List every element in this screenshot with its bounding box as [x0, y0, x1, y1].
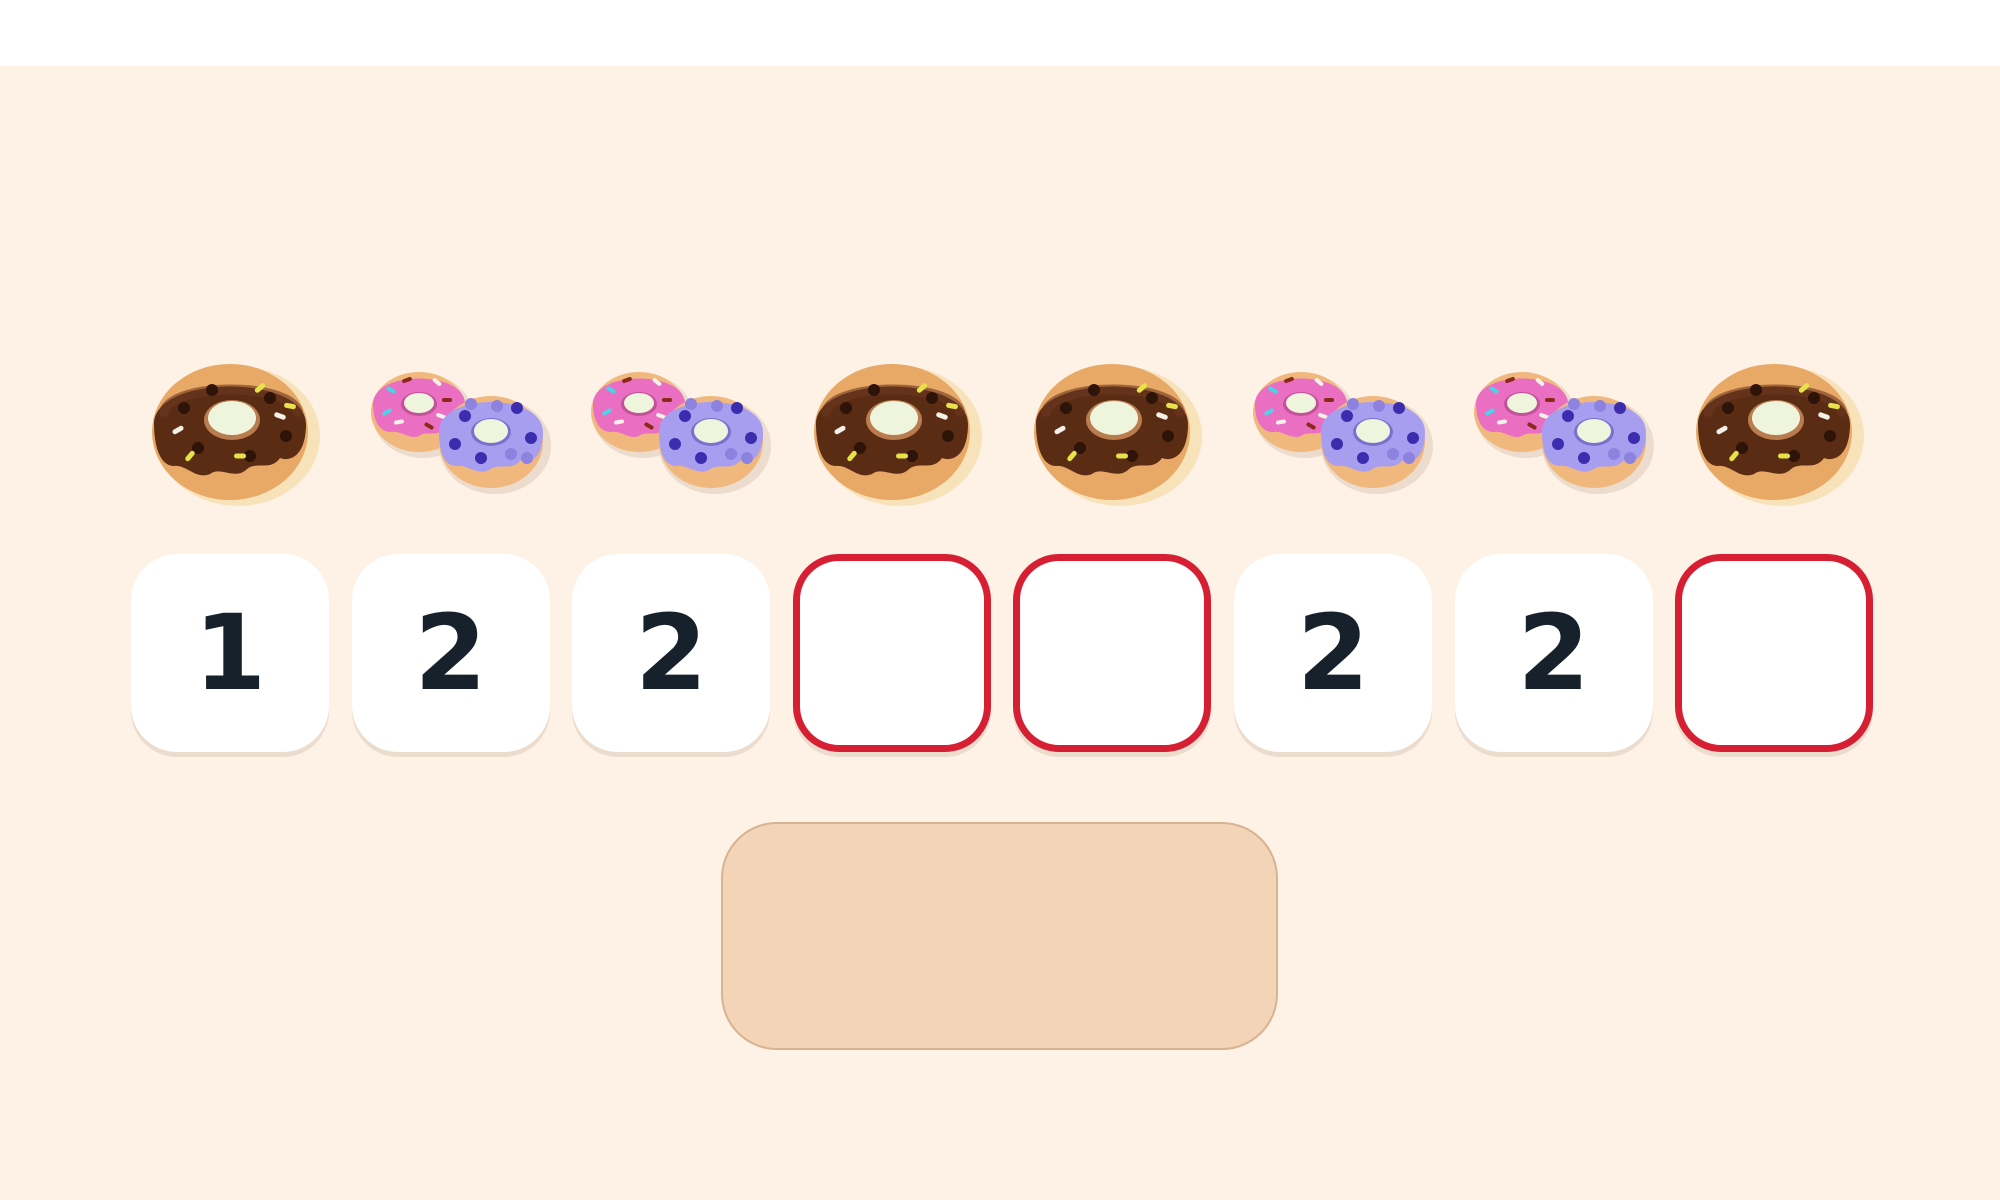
donut-group-5: [1002, 346, 1222, 506]
donut-group-3: [561, 346, 781, 506]
chocolate-donut-icon: [813, 364, 982, 506]
number-card-1[interactable]: 1: [131, 554, 329, 752]
number-card-6[interactable]: 2: [1234, 554, 1432, 752]
donut-illustration: [1696, 364, 1865, 506]
answer-drop-area[interactable]: [721, 822, 1278, 1050]
slot-number: 2: [1517, 592, 1590, 714]
donut-illustration: [591, 372, 772, 494]
game-board: 1 2 2 2 2: [0, 66, 2000, 1200]
number-card-2[interactable]: 2: [351, 554, 550, 752]
donut-illustration: [813, 364, 982, 506]
purple-donut-icon: [659, 396, 772, 494]
slot-number: 2: [1296, 592, 1370, 714]
donut-group-2: [341, 346, 561, 506]
donut-illustration: [152, 364, 320, 506]
chocolate-donut-icon: [1696, 364, 1865, 506]
empty-answer-slot-8[interactable]: [1675, 554, 1874, 752]
donut-group-8: [1664, 346, 1884, 506]
donut-illustration: [370, 372, 551, 494]
slot-number: 2: [414, 592, 487, 714]
slot-number: 1: [193, 592, 267, 714]
donut-group-7: [1444, 346, 1664, 506]
donut-group-1: [120, 346, 340, 506]
donut-illustration: [1253, 372, 1433, 494]
empty-answer-slot-5[interactable]: [1013, 554, 1212, 752]
donut-illustration: [1473, 372, 1654, 494]
purple-donut-icon: [1541, 396, 1654, 494]
chocolate-donut-icon: [1034, 364, 1203, 506]
donut-group-6: [1223, 346, 1443, 506]
chocolate-donut-icon: [152, 364, 320, 506]
donut-illustration: [1034, 364, 1203, 506]
number-card-7[interactable]: 2: [1454, 554, 1653, 752]
purple-donut-icon: [438, 396, 551, 494]
empty-answer-slot-4[interactable]: [792, 554, 991, 752]
donut-group-4: [782, 346, 1002, 506]
number-card-3[interactable]: 2: [572, 554, 771, 752]
purple-donut-icon: [1321, 396, 1433, 494]
slot-number: 2: [635, 592, 708, 714]
